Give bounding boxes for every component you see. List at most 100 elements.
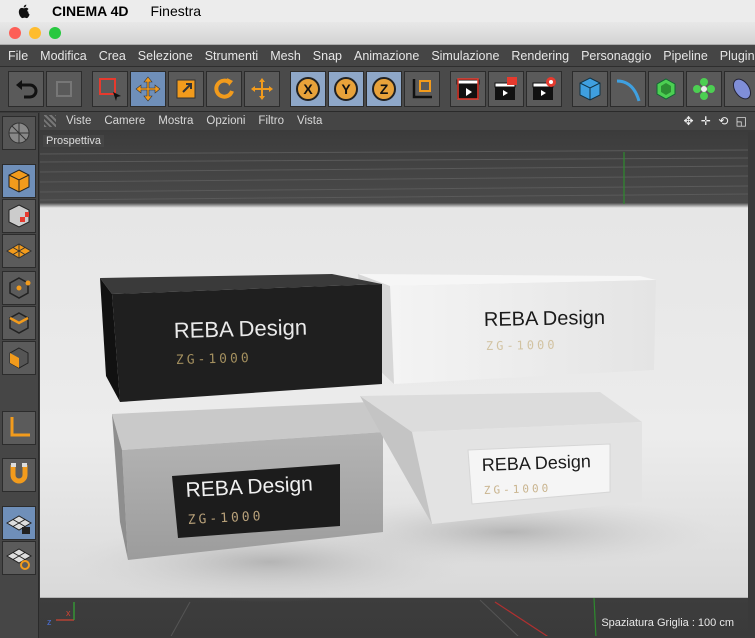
add-spline-button[interactable]: [610, 71, 646, 107]
deformer-icon: [732, 78, 752, 100]
clapper-settings-icon: [532, 77, 556, 100]
axis-x-label: X: [303, 81, 313, 97]
menu-personaggio[interactable]: Personaggio: [575, 49, 657, 63]
spline-icon: [616, 79, 641, 102]
box-black-model: ZG-1000: [176, 351, 252, 368]
scale-icon: [176, 79, 196, 99]
polygons-mode-button[interactable]: [2, 341, 36, 375]
redo-button[interactable]: [46, 71, 82, 107]
box-white[interactable]: REBA Design ZG-1000: [358, 274, 656, 384]
move-arrows-icon: [135, 76, 161, 102]
menu-plugin[interactable]: Plugin: [714, 49, 755, 63]
scale-tool-button[interactable]: [168, 71, 204, 107]
menu-crea[interactable]: Crea: [93, 49, 132, 63]
menu-finestra[interactable]: Finestra: [151, 3, 202, 19]
subdivision-cube-icon: [656, 78, 676, 100]
rect-select-icon: [99, 78, 121, 101]
coordinate-system-button[interactable]: [404, 71, 440, 107]
edges-cube-icon: [9, 312, 29, 334]
3d-viewport[interactable]: REBA Design ZG-1000 REBA Design ZG-1000 …: [40, 132, 748, 636]
texture-mode-button[interactable]: [2, 199, 36, 233]
app-menu-bar: File Modifica Crea Selezione Strumenti M…: [0, 45, 755, 67]
axis-z-toggle[interactable]: Z: [366, 71, 402, 107]
viewport-right-edge: [748, 132, 755, 636]
camera-label: Prospettiva: [43, 135, 105, 147]
apple-logo-icon[interactable]: [16, 3, 32, 19]
axis-corner-icon: [10, 417, 30, 437]
main-toolbar: X Y Z: [0, 67, 755, 112]
axis-z-label: Z: [380, 81, 389, 97]
menu-pipeline[interactable]: Pipeline: [657, 49, 713, 63]
axis-gizmo-x: x: [66, 608, 71, 618]
axis-y-icon: Y: [334, 77, 358, 101]
render-view-button[interactable]: [450, 71, 486, 107]
box-black[interactable]: REBA Design ZG-1000: [100, 274, 382, 402]
grid-lock-icon: [6, 515, 32, 534]
viewport-menu-opzioni[interactable]: Opzioni: [206, 115, 245, 127]
window-titlebar: [0, 22, 755, 45]
macos-menu-bar: CINEMA 4D Finestra: [0, 0, 755, 22]
app-name[interactable]: CINEMA 4D: [52, 3, 129, 19]
app-window: File Modifica Crea Selezione Strumenti M…: [0, 22, 755, 638]
zoom-window-button[interactable]: [49, 27, 61, 39]
points-mode-button[interactable]: [2, 271, 36, 305]
rotate-tool-button[interactable]: [206, 71, 242, 107]
selection-tool-button[interactable]: [92, 71, 128, 107]
coordinate-system-icon: [412, 79, 432, 99]
menu-selezione[interactable]: Selezione: [132, 49, 199, 63]
menu-strumenti[interactable]: Strumenti: [199, 49, 265, 63]
mode-palette: [0, 113, 39, 638]
make-editable-button[interactable]: [2, 116, 36, 150]
close-window-button[interactable]: [9, 27, 21, 39]
viewport-nav-icons[interactable]: ✥ ✛ ⟲ ◱: [683, 114, 749, 128]
viewport-grip-icon[interactable]: [44, 115, 56, 127]
menu-file[interactable]: File: [0, 49, 34, 63]
workplane-align-button[interactable]: [2, 541, 36, 575]
edges-mode-button[interactable]: [2, 306, 36, 340]
transform-tool-button[interactable]: [244, 71, 280, 107]
render-settings-button[interactable]: [526, 71, 562, 107]
scene-render: REBA Design ZG-1000 REBA Design ZG-1000 …: [40, 132, 748, 636]
axis-x-icon: X: [296, 77, 320, 101]
menu-simulazione[interactable]: Simulazione: [425, 49, 505, 63]
add-cube-button[interactable]: [572, 71, 608, 107]
add-mograph-button[interactable]: [686, 71, 722, 107]
box-grey[interactable]: REBA Design ZG-1000: [112, 402, 383, 560]
cloner-flower-icon: [693, 78, 715, 100]
model-cube-icon: [8, 169, 30, 193]
add-deformer-button[interactable]: [724, 71, 755, 107]
menu-snap[interactable]: Snap: [307, 49, 348, 63]
redo-icon: [56, 81, 72, 97]
move-tool-button[interactable]: [130, 71, 166, 107]
box-light-grey-brand: REBA Design: [481, 451, 591, 475]
snap-mode-button[interactable]: [2, 458, 36, 492]
viewport-menu-vista[interactable]: Vista: [297, 115, 322, 127]
axis-x-toggle[interactable]: X: [290, 71, 326, 107]
viewport-menu-mostra[interactable]: Mostra: [158, 115, 193, 127]
menu-modifica[interactable]: Modifica: [34, 49, 93, 63]
viewport-menu-filtro[interactable]: Filtro: [258, 115, 284, 127]
make-editable-icon: [8, 122, 30, 144]
render-picture-viewer-button[interactable]: [488, 71, 524, 107]
minimize-window-button[interactable]: [29, 27, 41, 39]
menu-mesh[interactable]: Mesh: [264, 49, 307, 63]
model-mode-button[interactable]: [2, 164, 36, 198]
clapper-viewer-icon: [494, 77, 517, 100]
box-black-brand: REBA Design: [173, 315, 307, 343]
add-generator-button[interactable]: [648, 71, 684, 107]
rotate-icon: [214, 78, 234, 99]
menu-animazione[interactable]: Animazione: [348, 49, 425, 63]
texture-checker-icon: [8, 204, 30, 228]
axis-y-toggle[interactable]: Y: [328, 71, 364, 107]
menu-rendering[interactable]: Rendering: [505, 49, 575, 63]
workplane-mode-button[interactable]: [2, 234, 36, 268]
lock-workplane-button[interactable]: [2, 506, 36, 540]
undo-button[interactable]: [8, 71, 44, 107]
viewport-menu-camere[interactable]: Camere: [104, 115, 145, 127]
axis-y-label: Y: [341, 81, 351, 97]
viewport-menu-bar: Viste Camere Mostra Opzioni Filtro Vista…: [40, 112, 755, 130]
axis-mode-button[interactable]: [2, 411, 36, 445]
viewport-menu-viste[interactable]: Viste: [66, 115, 91, 127]
undo-icon: [16, 80, 38, 99]
box-light-grey-model: ZG-1000: [484, 482, 552, 497]
